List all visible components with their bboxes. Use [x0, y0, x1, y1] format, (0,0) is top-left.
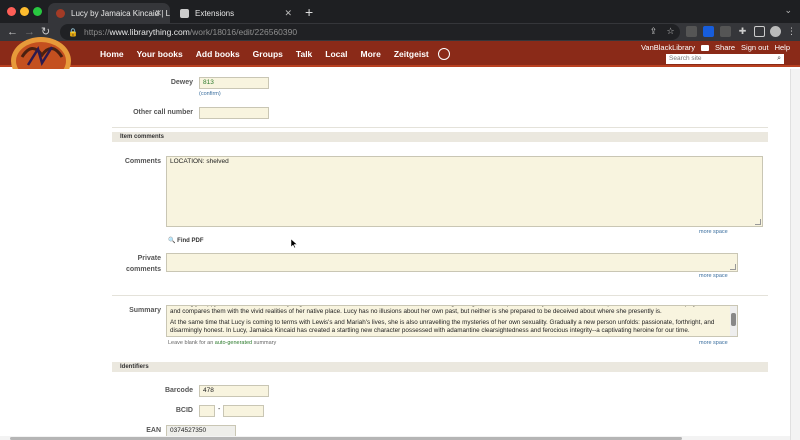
- summary-scrollbar-thumb[interactable]: [731, 313, 736, 326]
- side-panel-icon[interactable]: [754, 26, 765, 37]
- url-path: /work/18016/edit/226560390: [189, 27, 298, 37]
- share-link[interactable]: Share: [715, 43, 735, 52]
- edit-book-form: Dewey 813 (confirm) Other call number It…: [0, 69, 790, 438]
- nav-your-books[interactable]: Your books: [137, 49, 183, 59]
- resize-handle-icon[interactable]: [755, 219, 761, 225]
- main-nav: Home Your books Add books Groups Talk Lo…: [100, 41, 450, 67]
- identifiers-header: Identifiers: [112, 362, 768, 372]
- nav-local[interactable]: Local: [325, 49, 347, 59]
- nav-home[interactable]: Home: [100, 49, 124, 59]
- divider: [112, 127, 768, 128]
- chat-bubble-icon[interactable]: [437, 48, 450, 60]
- close-tab-icon[interactable]: ✕: [284, 8, 292, 19]
- librarything-logo[interactable]: [8, 35, 74, 69]
- bcid-label: BCID: [175, 407, 193, 414]
- item-comments-header: Item comments: [112, 132, 768, 142]
- browser-tab-bar: Lucy by Jamaica Kincaid | Libr ✕ Extensi…: [0, 0, 800, 23]
- user-bar: VanBlackLibrary Share Sign out Help: [635, 43, 790, 52]
- bcid-number-input[interactable]: [223, 405, 264, 417]
- comments-more-space-link[interactable]: more space: [699, 229, 728, 235]
- url-scheme: https://: [83, 27, 110, 37]
- summary-paragraph-2: At the same time that Lucy is coming to …: [170, 319, 715, 334]
- comments-label: Comments: [124, 158, 161, 165]
- summary-scrollbar[interactable]: [730, 306, 737, 336]
- barcode-input[interactable]: 478: [199, 385, 269, 397]
- extension-icon[interactable]: [686, 26, 697, 37]
- search-placeholder: Search site: [669, 55, 702, 62]
- close-window-button[interactable]: [7, 7, 16, 16]
- summary-hint-suffix: summary: [253, 340, 277, 346]
- other-call-number-label: Other call number: [133, 109, 193, 116]
- summary-more-space-link[interactable]: more space: [699, 340, 728, 346]
- page-horizontal-scrollbar[interactable]: [0, 436, 790, 440]
- site-header: Home Your books Add books Groups Talk Lo…: [0, 37, 800, 69]
- bookmark-star-icon[interactable]: ☆: [665, 26, 676, 37]
- extension-icon-2[interactable]: [720, 26, 731, 37]
- camera-icon[interactable]: [701, 44, 710, 51]
- ean-label: EAN: [146, 427, 161, 434]
- barcode-label: Barcode: [164, 387, 193, 394]
- divider: [112, 295, 768, 296]
- help-link[interactable]: Help: [775, 43, 790, 52]
- nav-groups[interactable]: Groups: [253, 49, 283, 59]
- share-page-icon[interactable]: ⇪: [648, 26, 659, 37]
- mouse-pointer-icon: [291, 239, 297, 248]
- tab-search-icon[interactable]: ⌄: [784, 5, 792, 16]
- tab-extensions[interactable]: Extensions ✕: [172, 3, 300, 23]
- zoom-window-button[interactable]: [33, 7, 42, 16]
- page-vertical-scrollbar[interactable]: [790, 69, 800, 440]
- summary-label: Summary: [129, 307, 161, 314]
- private-more-space-link[interactable]: more space: [699, 273, 728, 279]
- bitwarden-shield-icon[interactable]: [703, 26, 714, 37]
- find-pdf-label: Find PDF: [177, 238, 204, 244]
- nav-zeitgeist[interactable]: Zeitgeist: [394, 49, 429, 59]
- sign-out-link[interactable]: Sign out: [741, 43, 769, 52]
- nav-talk[interactable]: Talk: [296, 49, 312, 59]
- puzzle-icon: [180, 8, 189, 18]
- browser-toolbar: ← → ↻ 🔒 https:// www.librarything.com /w…: [0, 23, 800, 41]
- private-comments-textarea[interactable]: [166, 253, 738, 272]
- nav-more[interactable]: More: [361, 49, 381, 59]
- dewey-confirm-link[interactable]: (confirm): [199, 91, 221, 97]
- private-label: Private: [137, 255, 161, 262]
- summary-hint-prefix: Leave blank for an: [168, 340, 214, 346]
- minimize-window-button[interactable]: [20, 7, 29, 16]
- comments-value: LOCATION: shelved: [170, 158, 229, 165]
- librarything-favicon-icon: [56, 8, 65, 18]
- username-link[interactable]: VanBlackLibrary: [641, 43, 695, 52]
- profile-avatar[interactable]: [770, 26, 781, 37]
- summary-textarea[interactable]: seemingly happy. Yet, almost at once, Lu…: [166, 305, 738, 337]
- address-bar[interactable]: 🔒 https:// www.librarything.com /work/18…: [60, 24, 680, 40]
- dewey-label: Dewey: [170, 79, 193, 86]
- tab-librarything[interactable]: Lucy by Jamaica Kincaid | Libr ✕: [48, 3, 170, 23]
- dewey-input[interactable]: 813: [199, 77, 269, 89]
- site-search-input[interactable]: Search site ⌕: [666, 54, 784, 64]
- puzzle-extensions-icon[interactable]: ✚: [737, 26, 748, 37]
- search-icon[interactable]: ⌕: [777, 54, 781, 64]
- close-tab-icon[interactable]: ✕: [154, 8, 162, 19]
- summary-hint: Leave blank for an auto-generated summar…: [168, 340, 276, 346]
- private-comments-label: comments: [125, 266, 161, 273]
- auto-generated-link[interactable]: auto-generated: [215, 340, 252, 346]
- bcid-dash: -: [218, 406, 221, 413]
- other-call-number-input[interactable]: [199, 107, 269, 119]
- summary-paragraph-1: seemingly happy. Yet, almost at once, Lu…: [170, 306, 723, 315]
- find-pdf-button[interactable]: 🔍 Find PDF: [168, 237, 204, 244]
- new-tab-button[interactable]: +: [305, 3, 313, 21]
- browser-menu-icon[interactable]: ⋮: [786, 26, 797, 37]
- bcid-prefix-input[interactable]: [199, 405, 215, 417]
- resize-handle-icon[interactable]: [730, 264, 736, 270]
- comments-textarea[interactable]: LOCATION: shelved: [166, 156, 763, 227]
- tab-title: Extensions: [195, 8, 235, 18]
- magnifier-icon: 🔍: [168, 238, 176, 244]
- nav-add-books[interactable]: Add books: [196, 49, 240, 59]
- url-host: www.librarything.com: [109, 27, 190, 37]
